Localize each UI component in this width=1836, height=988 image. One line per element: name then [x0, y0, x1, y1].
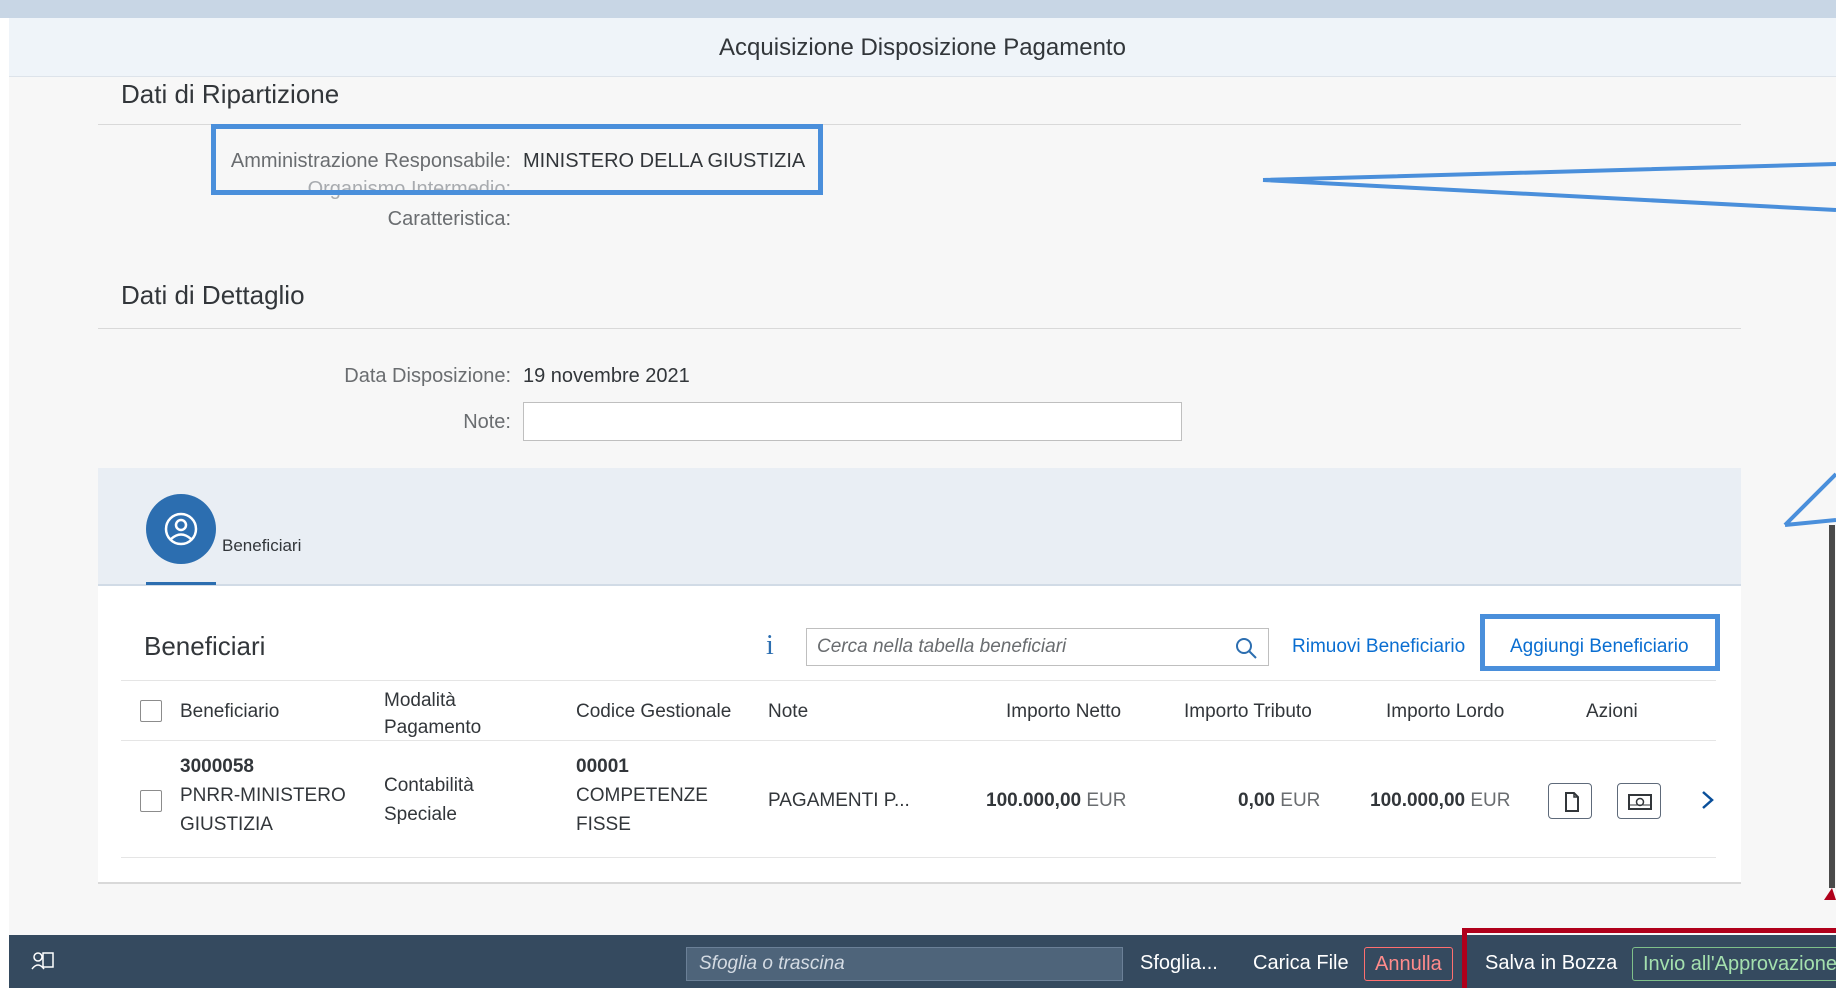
highlight-footer-actions [1462, 928, 1836, 988]
table-header-bottom-line [121, 740, 1716, 741]
message-popover-icon[interactable] [29, 949, 55, 975]
data-disposizione-label: Data Disposizione: [344, 365, 511, 387]
modalita-line2: Speciale [384, 804, 457, 825]
beneficiario-name-line1: PNRR-MINISTERO [180, 785, 346, 806]
modalita-line1: Contabilità [384, 775, 474, 796]
col-importo-lordo[interactable]: Importo Lordo [1386, 701, 1504, 723]
cell-importo-netto: 100.000,00 EUR [986, 786, 1127, 815]
page-title: Acquisizione Disposizione Pagamento [719, 34, 1126, 61]
tab-beneficiari[interactable] [146, 494, 216, 564]
cancel-button[interactable]: Annulla [1364, 947, 1453, 981]
section-title-ripartizione: Dati di Ripartizione [121, 79, 340, 109]
search-input[interactable] [817, 633, 1217, 661]
beneficiario-name-line2: GIUSTIZIA [180, 814, 273, 835]
search-icon[interactable] [1234, 636, 1258, 660]
col-modalita-line1: Modalità [384, 690, 456, 711]
section-divider [98, 328, 1741, 329]
document-icon [1565, 792, 1579, 812]
highlight-add-beneficiary [1480, 614, 1720, 671]
remove-beneficiary-link[interactable]: Rimuovi Beneficiario [1292, 636, 1465, 658]
document-button[interactable] [1548, 783, 1592, 819]
caratteristica-label: Caratteristica: [387, 208, 511, 230]
importo-tributo-value: 0,00 [1238, 790, 1275, 811]
money-icon [1628, 794, 1652, 810]
file-upload-field[interactable] [686, 947, 1123, 981]
search-box[interactable] [806, 628, 1269, 666]
cell-importo-tributo: 0,00 EUR [1238, 786, 1320, 815]
cell-importo-lordo: 100.000,00 EUR [1370, 786, 1511, 815]
cell-beneficiario: 3000058 PNRR-MINISTERO GIUSTIZIA [180, 752, 346, 839]
currency: EUR [1470, 790, 1511, 811]
select-all-checkbox[interactable] [140, 700, 162, 722]
col-note[interactable]: Note [768, 701, 808, 723]
note-label: Note: [463, 411, 511, 433]
cell-codice: 00001 COMPETENZE FISSE [576, 752, 708, 839]
col-azioni[interactable]: Azioni [1586, 701, 1638, 723]
row-checkbox[interactable] [140, 790, 162, 812]
user-circle-icon [164, 512, 198, 546]
data-disposizione-value: 19 novembre 2021 [523, 365, 690, 387]
title-bar: Acquisizione Disposizione Pagamento [9, 18, 1836, 77]
codice-desc-line1: COMPETENZE [576, 785, 708, 806]
note-field[interactable] [523, 402, 1182, 441]
table-row-bottom-line [121, 857, 1716, 858]
browse-button[interactable]: Sfoglia... [1130, 947, 1228, 981]
col-importo-netto[interactable]: Importo Netto [1006, 701, 1121, 723]
currency: EUR [1086, 790, 1127, 811]
table-header-top-line [121, 680, 1716, 681]
tab-selected-indicator [146, 582, 216, 585]
highlight-amministrazione [211, 124, 823, 195]
cell-note: PAGAMENTI P... [768, 790, 910, 811]
codice-value: 00001 [576, 756, 629, 777]
codice-desc-line2: FISSE [576, 814, 631, 835]
chevron-right-icon[interactable] [1698, 785, 1718, 815]
upload-file-button[interactable]: Carica File [1243, 947, 1359, 981]
currency: EUR [1280, 790, 1321, 811]
top-strip [0, 0, 1836, 18]
table-title: Beneficiari [144, 631, 266, 661]
col-modalita-line2: Pagamento [384, 717, 482, 738]
file-upload-input[interactable] [699, 952, 1099, 976]
tab-bar [98, 468, 1741, 586]
section-title-dettaglio: Dati di Dettaglio [121, 280, 305, 310]
col-beneficiario[interactable]: Beneficiario [180, 701, 279, 723]
tab-label-beneficiari[interactable]: Beneficiari [222, 536, 301, 556]
col-importo-tributo[interactable]: Importo Tributo [1184, 701, 1312, 723]
info-icon[interactable]: i [766, 630, 774, 662]
importo-netto-value: 100.000,00 [986, 790, 1082, 811]
beneficiario-code: 3000058 [180, 756, 254, 777]
col-codice-gestionale[interactable]: Codice Gestionale [576, 701, 731, 723]
importo-lordo-value: 100.000,00 [1370, 790, 1466, 811]
cell-modalita: Contabilità Speciale [384, 771, 474, 829]
payment-button[interactable] [1617, 783, 1661, 819]
col-modalita-pagamento[interactable]: Modalità Pagamento [384, 687, 481, 741]
